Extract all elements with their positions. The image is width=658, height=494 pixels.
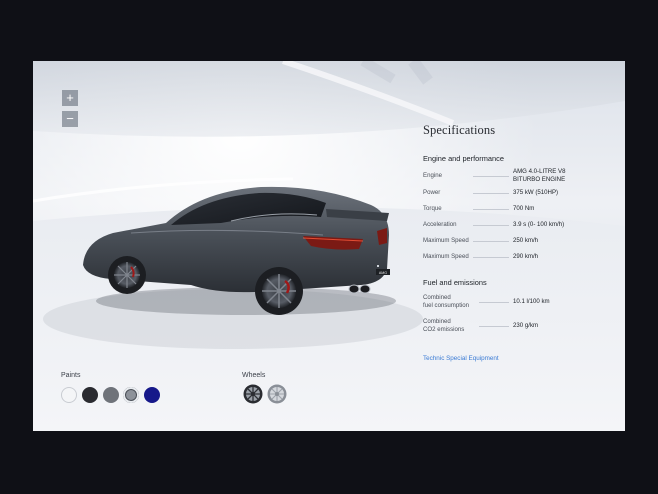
- spec-label: Torque: [423, 205, 513, 213]
- technic-special-equipment-link[interactable]: Technic Special Equipment: [423, 355, 499, 362]
- zoom-in-button[interactable]: +: [62, 90, 78, 106]
- specifications-section: Specifications Engine and performance En…: [423, 123, 623, 365]
- spec-row-max-speed: Maximum Speed 250 km/h: [423, 237, 623, 245]
- wheel-dark-icon[interactable]: [243, 384, 263, 404]
- paint-swatch-grey[interactable]: [103, 387, 119, 403]
- spec-value: 250 km/h: [513, 237, 539, 244]
- spec-value: AMG 4.0-LITRE V8 BITURBO ENGINE: [513, 168, 566, 183]
- spec-value: 10.1 l/100 km: [513, 298, 550, 305]
- paints-label: Paints: [61, 372, 81, 379]
- spec-label: Combined CO2 emissions: [423, 318, 513, 334]
- spec-row-power: Power 375 kW (510HP): [423, 189, 623, 197]
- paint-swatch-blue[interactable]: [144, 387, 160, 403]
- svg-text:AMG: AMG: [379, 271, 387, 275]
- spec-row-acceleration: Acceleration 3.9 s (0- 100 km/h): [423, 221, 623, 229]
- spec-value: 3.9 s (0- 100 km/h): [513, 221, 565, 228]
- spec-row-torque: Torque 700 Nm: [423, 205, 623, 213]
- spec-value: 375 kW (510HP): [513, 189, 559, 196]
- zoom-out-button[interactable]: −: [62, 111, 78, 127]
- spec-value: 230 g/km: [513, 322, 539, 329]
- spec-label: Engine: [423, 172, 513, 180]
- spec-label: Maximum Speed: [423, 237, 513, 245]
- specifications-title: Specifications: [423, 123, 496, 137]
- spec-label: Acceleration: [423, 221, 513, 229]
- spec-row-co2: Combined CO2 emissions 230 g/km: [423, 318, 623, 334]
- paint-swatch-selenite-grey-selected[interactable]: [123, 387, 139, 403]
- wheel-silver-icon[interactable]: [267, 384, 287, 404]
- spec-label: Combined fuel consumption: [423, 294, 513, 310]
- wheels-label: Wheels: [242, 372, 266, 379]
- fuel-section-title: Fuel and emissions: [423, 278, 487, 287]
- car-image: AMG: [83, 186, 396, 315]
- spec-label: Maximum Speed: [423, 253, 513, 261]
- spec-value: 700 Nm: [513, 205, 535, 212]
- paint-swatch-black[interactable]: [82, 387, 98, 403]
- spec-row-engine: Engine AMG 4.0-LITRE V8 BITURBO ENGINE: [423, 168, 623, 184]
- spec-row-max-speed-2: Maximum Speed 290 km/h: [423, 253, 623, 261]
- spec-value: 290 km/h: [513, 253, 539, 260]
- paint-swatch-white[interactable]: [61, 387, 77, 403]
- spec-row-fuel-consumption: Combined fuel consumption 10.1 l/100 km: [423, 294, 623, 310]
- spec-label: Power: [423, 189, 513, 197]
- engine-section-title: Engine and performance: [423, 154, 504, 163]
- configurator-panel: + − AMG Specifications Engine and perfor…: [33, 61, 625, 431]
